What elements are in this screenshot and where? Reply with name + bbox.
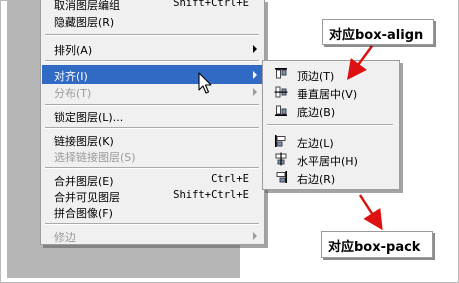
annotation-box-pack: 对应box-pack xyxy=(321,231,433,258)
annotation-text: 对应box-align xyxy=(329,28,424,43)
arrow-to-top-note xyxy=(347,45,374,81)
arrow-to-bottom-note xyxy=(358,194,383,231)
annotation-box-align: 对应box-align xyxy=(322,19,434,45)
annotation-text: 对应box-pack xyxy=(328,240,421,255)
